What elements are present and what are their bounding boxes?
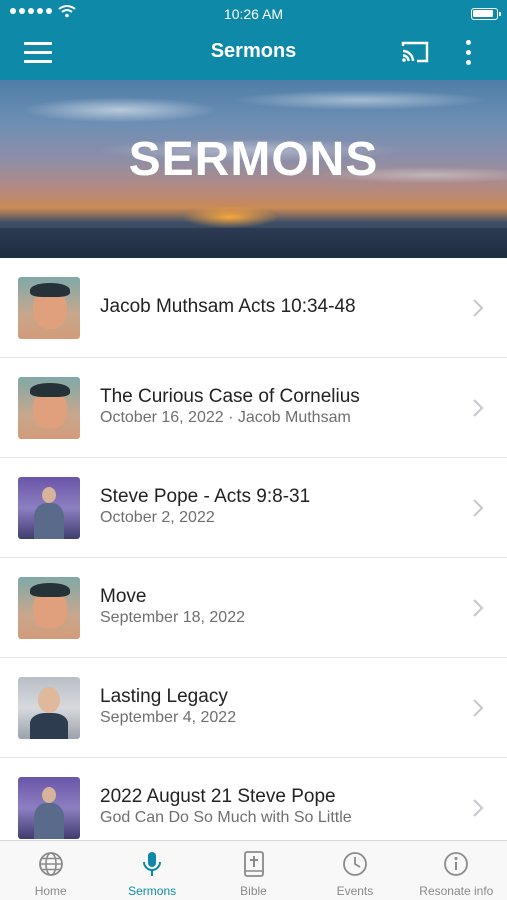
sermon-title: Jacob Muthsam Acts 10:34-48 <box>100 296 356 317</box>
sermon-thumbnail <box>18 377 80 439</box>
chevron-right-icon <box>473 399 484 417</box>
sermon-row[interactable]: The Curious Case of Cornelius October 16… <box>0 358 507 458</box>
chevron-right-icon <box>473 499 484 517</box>
sermon-subtitle: God Can Do So Much with So Little <box>100 809 352 826</box>
app: 10:26 AM Sermons SERMONS Jacob Muthsam A… <box>0 0 507 900</box>
globe-icon <box>38 852 63 876</box>
tab-bar: Home Sermons Bible Events Resonate info <box>0 840 507 900</box>
tab-resonate-info[interactable]: Resonate info <box>406 841 507 900</box>
tab-label: Sermons <box>128 884 177 898</box>
chevron-right-icon <box>473 699 484 717</box>
sermon-subtitle: October 2, 2022 <box>100 509 215 526</box>
hero-banner: SERMONS <box>0 80 507 258</box>
hero-title: SERMONS <box>128 133 379 186</box>
tab-bible[interactable]: Bible <box>203 841 304 900</box>
tab-label: Home <box>34 884 67 898</box>
chevron-right-icon <box>473 799 484 817</box>
more-options-button[interactable] <box>460 40 476 66</box>
tab-events[interactable]: Events <box>304 841 405 900</box>
cast-icon[interactable] <box>400 40 430 64</box>
chevron-right-icon <box>473 599 484 617</box>
sermon-title: 2022 August 21 Steve Pope <box>100 786 336 807</box>
tab-label: Resonate info <box>419 884 494 898</box>
chevron-right-icon <box>473 299 484 317</box>
clock-icon <box>343 852 367 876</box>
sermon-title: Move <box>100 586 147 607</box>
sermon-subtitle: September 18, 2022 <box>100 609 245 626</box>
sermon-title: Steve Pope - Acts 9:8-31 <box>100 486 311 507</box>
bible-icon <box>243 851 264 877</box>
sermon-title: The Curious Case of Cornelius <box>100 386 360 407</box>
app-header: 10:26 AM Sermons <box>0 0 507 80</box>
info-icon <box>444 852 469 876</box>
sermon-thumbnail <box>18 477 80 539</box>
tab-label: Events <box>336 884 374 898</box>
sermon-thumbnail <box>18 777 80 839</box>
tab-home[interactable]: Home <box>0 841 101 900</box>
status-time: 10:26 AM <box>223 6 284 22</box>
battery-icon <box>471 8 501 20</box>
microphone-icon <box>143 852 162 876</box>
tab-sermons[interactable]: Sermons <box>101 841 202 900</box>
sermon-subtitle: September 4, 2022 <box>100 709 237 726</box>
sermon-row[interactable]: Jacob Muthsam Acts 10:34-48 <box>0 258 507 358</box>
sermon-thumbnail <box>18 677 80 739</box>
sermon-thumbnail <box>18 577 80 639</box>
nav-bar: Sermons <box>0 28 507 78</box>
sermon-row[interactable]: Steve Pope - Acts 9:8-31 October 2, 2022 <box>0 458 507 558</box>
page-title: Sermons <box>210 40 297 62</box>
status-bar: 10:26 AM <box>0 0 507 26</box>
sermon-row[interactable]: Move September 18, 2022 <box>0 558 507 658</box>
sermon-list: Jacob Muthsam Acts 10:34-48 The Curious … <box>0 258 507 858</box>
sermon-title: Lasting Legacy <box>100 686 228 707</box>
sermon-subtitle: October 16, 2022 · Jacob Muthsam <box>100 409 351 426</box>
sermon-row[interactable]: Lasting Legacy September 4, 2022 <box>0 658 507 758</box>
sermon-thumbnail <box>18 277 80 339</box>
tab-label: Bible <box>240 884 267 898</box>
